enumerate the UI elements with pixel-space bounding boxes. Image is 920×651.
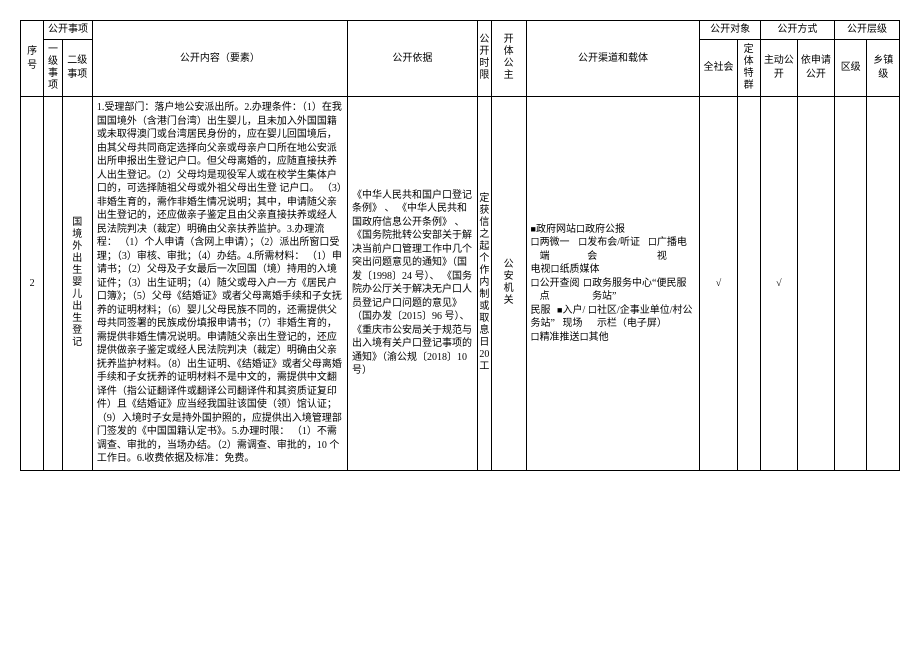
checkbox-icon: 口 — [531, 236, 540, 248]
disclosure-table: 序号 公开事项 公开内容（要素） 公开依据 公开时限 开体公主 公开渠道和载体 … — [20, 20, 900, 471]
channel-label: 广播电视 — [657, 236, 696, 263]
channel-label: 两微一端 — [540, 236, 579, 263]
channel-label: 其他 — [589, 331, 609, 345]
cell-channel: ■政府网站口政府公报 口两微一端口发布会/听证会口广播电视 电视口纸质媒体 口公… — [526, 97, 700, 471]
header-content: 公开内容（要素） — [92, 21, 347, 97]
checkbox-icon: 口 — [576, 223, 585, 235]
header-basis: 公开依据 — [347, 21, 477, 97]
checkbox-icon: 口 — [578, 236, 587, 248]
channel-label: 入户/现场 — [562, 304, 587, 331]
channel-label: 政府网站 — [536, 223, 576, 237]
cell-method-active: √ — [760, 97, 797, 471]
cell-method-request — [797, 97, 834, 471]
cell-subject: 公安机关 — [491, 97, 526, 471]
cell-target-spec — [737, 97, 760, 471]
channel-label: 发布会/听证会 — [587, 236, 648, 263]
header-method-request: 依申请公开 — [797, 39, 834, 97]
header-level-group: 公开层级 — [834, 21, 899, 40]
cell-level-district — [834, 97, 866, 471]
header-seq: 序号 — [21, 21, 44, 97]
checkbox-icon: 口 — [531, 331, 540, 343]
channel-label: 纸质媒体 — [560, 263, 600, 277]
cell-cat1 — [44, 97, 63, 471]
channel-label: 社区/企事业单位/村公示栏（电子屏） — [597, 304, 696, 331]
header-method-group: 公开方式 — [760, 21, 834, 40]
table-row: 2 国境外出生婴儿出生登记 1.受理部门：落户地公安派出所。2.办理条件：（1）… — [21, 97, 900, 471]
checkbox-icon: 口 — [531, 277, 540, 289]
header-cat2: 二级事项 — [62, 39, 92, 97]
checkbox-icon: 口 — [588, 304, 597, 316]
header-channel: 公开渠道和载体 — [526, 21, 700, 97]
header-level-town: 乡镇级 — [867, 39, 900, 97]
header-target-all: 全社会 — [700, 39, 737, 97]
checkbox-icon: 口 — [583, 277, 592, 289]
cell-target-all: √ — [700, 97, 737, 471]
header-level-district: 区级 — [834, 39, 866, 97]
channel-label: 民服务站” — [531, 304, 557, 331]
channel-label: 精准推送 — [540, 331, 580, 345]
cell-content: 1.受理部门：落户地公安派出所。2.办理条件：（1）在我国国境外（含港门台湾）出… — [92, 97, 347, 471]
cell-basis: 《中华人民共和国户口登记条例》 、 《中华人民共和国政府信息公开条例》 、《国务… — [347, 97, 477, 471]
channel-label: 电视 — [531, 263, 551, 277]
header-time: 公开时限 — [477, 21, 491, 97]
channel-label: 政府公报 — [585, 223, 625, 237]
channel-label: 政务服务中心“便民服务站” — [592, 277, 695, 304]
checkbox-icon: 口 — [648, 236, 657, 248]
cell-level-town — [867, 97, 900, 471]
header-row-1: 序号 公开事项 公开内容（要素） 公开依据 公开时限 开体公主 公开渠道和载体 … — [21, 21, 900, 40]
header-cat1: 一级事项 — [44, 39, 63, 97]
cell-seq: 2 — [21, 97, 44, 471]
checkbox-icon: 口 — [580, 331, 589, 343]
checkbox-icon: 口 — [551, 263, 560, 275]
header-subject: 开体公主 — [491, 21, 526, 97]
header-target-group: 公开对象 — [700, 21, 760, 40]
channel-label: 公开查阅点 — [540, 277, 583, 304]
header-item-group: 公开事项 — [44, 21, 93, 40]
cell-cat2: 国境外出生婴儿出生登记 — [62, 97, 92, 471]
cell-time: 定获信之起个作内制或取息日20工 — [477, 97, 491, 471]
header-method-active: 主动公开 — [760, 39, 797, 97]
header-target-spec: 定体特群 — [737, 39, 760, 97]
